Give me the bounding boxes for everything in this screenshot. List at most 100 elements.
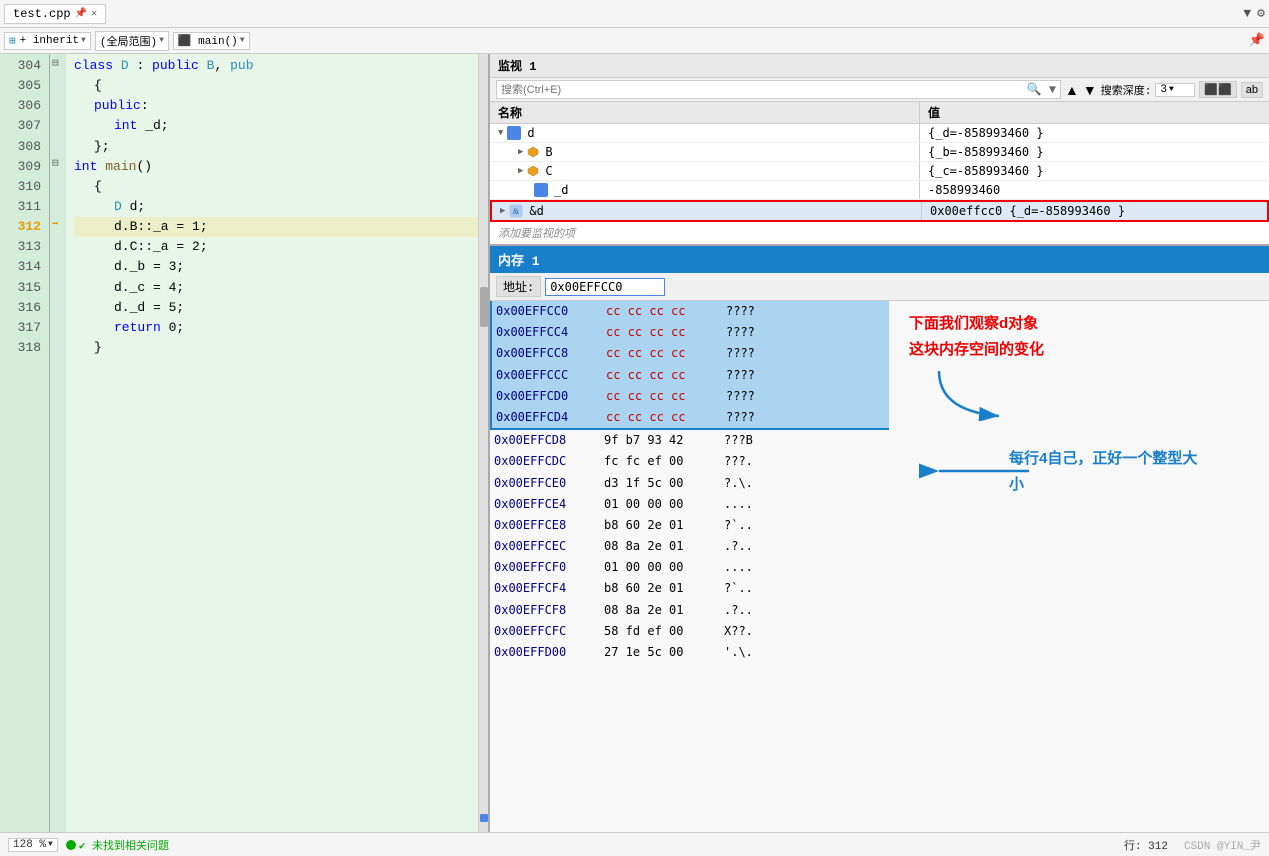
- watch-row-name-_d: _d: [490, 181, 920, 199]
- code-line-310: {: [74, 177, 478, 197]
- tab-label: test.cpp: [13, 7, 71, 21]
- line-info: 行: 312: [1124, 837, 1168, 853]
- code-line-304: class D : public B, pub: [74, 56, 478, 76]
- watch-toolbar-right: ▲ ▼ 搜索深度: 3 ▼ ⬛⬛ ab: [1065, 81, 1263, 98]
- code-line-306: public:: [74, 96, 478, 116]
- code-line-315: d._c = 4;: [74, 278, 478, 298]
- watch-row-name-d: ▼ d: [490, 124, 920, 142]
- watch-row-ref-d[interactable]: ▶ & &d 0x00effcc0 {_d=-858993460 }: [490, 200, 1269, 222]
- code-panel: 304 305 306 307 308 309 310 311 312 313 …: [0, 54, 490, 832]
- annotation-text-2: 每行4自己，正好一个整型大小: [1009, 446, 1197, 497]
- memory-row-0: 0x00EFFCC0 cc cc cc cc ????: [490, 301, 889, 322]
- status-ok: ✔ 未找到相关问题: [66, 837, 169, 853]
- watch-row-name-C: ▶ C: [490, 162, 920, 180]
- watch-panel: 监视 1 🔍 ▼ ▲ ▼ 搜索深度: 3 ▼ ⬛⬛ ab: [490, 54, 1269, 246]
- memory-row-10: 0x00EFFCE8 b8 60 2e 01 ?`..: [490, 515, 889, 536]
- watch-header: 监视 1: [490, 54, 1269, 78]
- memory-row-1: 0x00EFFCC4 cc cc cc cc ????: [490, 322, 889, 343]
- memory-table[interactable]: 0x00EFFCC0 cc cc cc cc ???? 0x00EFFCC4 c…: [490, 301, 889, 832]
- expand-B[interactable]: ▶: [518, 147, 523, 157]
- func-select[interactable]: ⬛ main() ▼: [173, 32, 250, 50]
- code-line-308: };: [74, 137, 478, 157]
- watch-value-ref-d: 0x00effcc0 {_d=-858993460 }: [922, 202, 1267, 220]
- watch-value-d: {_d=-858993460 }: [920, 124, 1269, 142]
- copy-button[interactable]: ⬛⬛: [1199, 81, 1236, 98]
- inherit-select[interactable]: ⊞ + inherit ▼: [4, 32, 91, 50]
- settings-icon[interactable]: ⚙: [1257, 6, 1265, 21]
- cube-icon-B: [527, 146, 539, 158]
- bottom-right-area: 行: 312 CSDN @YIN_尹: [1124, 837, 1261, 853]
- main-split: 304 305 306 307 308 309 310 311 312 313 …: [0, 54, 1269, 832]
- watch-toolbar: 🔍 ▼ ▲ ▼ 搜索深度: 3 ▼ ⬛⬛ ab: [490, 78, 1269, 102]
- watch-table-header: 名称 值: [490, 102, 1269, 124]
- watch-row-C[interactable]: ▶ C {_c=-858993460 }: [490, 162, 1269, 181]
- memory-row-6: 0x00EFFCD8 9f b7 93 42 ???B: [490, 430, 889, 451]
- watch-row-_d[interactable]: _d -858993460: [490, 181, 1269, 200]
- watch-row-name-B: ▶ B: [490, 143, 920, 161]
- memory-row-11: 0x00EFFCEC 08 8a 2e 01 .?..: [490, 536, 889, 557]
- code-line-313: d.C::_a = 2;: [74, 237, 478, 257]
- cube-icon-C: [527, 165, 539, 177]
- zoom-select[interactable]: 128 % ▼: [8, 838, 58, 852]
- watch-row-B[interactable]: ▶ B {_b=-858993460 }: [490, 143, 1269, 162]
- code-line-316: d._d = 5;: [74, 298, 478, 318]
- code-line-311: D d;: [74, 197, 478, 217]
- watch-search-box: 🔍 ▼: [496, 80, 1061, 99]
- watch-value-B: {_b=-858993460 }: [920, 143, 1269, 161]
- address-label: 地址:: [496, 276, 541, 297]
- watch-name-B: B: [545, 145, 552, 159]
- zoom-value: 128 %: [13, 839, 46, 851]
- watch-row-name-ref-d: ▶ & &d: [492, 202, 922, 220]
- search-icon[interactable]: 🔍 ▼: [1027, 82, 1056, 97]
- expand-C[interactable]: ▶: [518, 166, 523, 176]
- file-tab[interactable]: test.cpp 📌 ✕: [4, 4, 106, 24]
- memory-row-9: 0x00EFFCE4 01 00 00 00 ....: [490, 494, 889, 515]
- watch-add-hint[interactable]: 添加要监视的项: [490, 222, 1269, 244]
- watch-col-value-header: 值: [920, 102, 1269, 123]
- watch-row-d[interactable]: ▼ d {_d=-858993460 }: [490, 124, 1269, 143]
- memory-content: 0x00EFFCC0 cc cc cc cc ???? 0x00EFFCC4 c…: [490, 301, 1269, 832]
- annotation-text-1: 下面我们观察d对象这块内存空间的变化: [909, 311, 1044, 362]
- bottom-bar: 128 % ▼ ✔ 未找到相关问题 行: 312 CSDN @YIN_尹: [0, 832, 1269, 856]
- watermark: CSDN @YIN_尹: [1184, 837, 1261, 853]
- editor-toolbar: ⊞ + inherit ▼ (全局范围) ▼ ⬛ main() ▼ 📌: [0, 28, 1269, 54]
- memory-row-4: 0x00EFFCD0 cc cc cc cc ????: [490, 386, 889, 407]
- expand-d[interactable]: ▼: [498, 128, 503, 138]
- ab-button[interactable]: ab: [1241, 82, 1263, 98]
- memory-row-7: 0x00EFFCDC fc fc ef 00 ???.: [490, 451, 889, 472]
- annotation-arrow-1: [929, 361, 1029, 421]
- move-up-button[interactable]: ▲: [1065, 82, 1079, 98]
- depth-select[interactable]: 3 ▼: [1155, 83, 1195, 97]
- move-down-button[interactable]: ▼: [1083, 82, 1097, 98]
- code-line-307: int _d;: [74, 116, 478, 136]
- memory-row-13: 0x00EFFCF4 b8 60 2e 01 ?`..: [490, 578, 889, 599]
- code-content: 304 305 306 307 308 309 310 311 312 313 …: [0, 54, 488, 832]
- svg-text:&: &: [513, 207, 520, 216]
- watch-search-input[interactable]: [501, 84, 1027, 96]
- code-line-318: }: [74, 338, 478, 358]
- top-bar-actions: ▼ ⚙: [1243, 6, 1265, 21]
- annotation-arrow-2: [919, 451, 1029, 501]
- memory-row-14: 0x00EFFCF8 08 8a 2e 01 .?..: [490, 600, 889, 621]
- watch-col-name-header: 名称: [490, 102, 920, 123]
- code-vscroll[interactable]: [478, 54, 488, 832]
- pin-toolbar-icon[interactable]: 📌: [1249, 33, 1265, 48]
- code-line-312: d.B::_a = 1;: [74, 217, 478, 237]
- collapse-304[interactable]: ⊟: [52, 54, 66, 74]
- memory-row-2: 0x00EFFCC8 cc cc cc cc ????: [490, 343, 889, 364]
- memory-toolbar: 地址:: [490, 273, 1269, 301]
- scope-select[interactable]: (全局范围) ▼: [95, 31, 169, 51]
- memory-row-16: 0x00EFFD00 27 1e 5c 00 '.\.: [490, 642, 889, 663]
- collapse-309[interactable]: ⊟: [52, 155, 66, 175]
- dropdown-icon[interactable]: ▼: [1243, 6, 1251, 21]
- expand-ref-d[interactable]: ▶: [500, 206, 505, 216]
- address-input[interactable]: [545, 278, 665, 296]
- watch-value-C: {_c=-858993460 }: [920, 162, 1269, 180]
- cube-icon-_d: [534, 183, 548, 197]
- tab-close-icon[interactable]: ✕: [91, 8, 97, 20]
- ref-icon-d: &: [509, 204, 523, 218]
- memory-row-12: 0x00EFFCF0 01 00 00 00 ....: [490, 557, 889, 578]
- memory-panel: 内存 1 地址: 0x00EFFCC0 cc cc cc cc ???? 0x0…: [490, 246, 1269, 832]
- code-lines[interactable]: class D : public B, pub { public: int _d…: [66, 54, 478, 832]
- memory-row-5: 0x00EFFCD4 cc cc cc cc ????: [490, 407, 889, 430]
